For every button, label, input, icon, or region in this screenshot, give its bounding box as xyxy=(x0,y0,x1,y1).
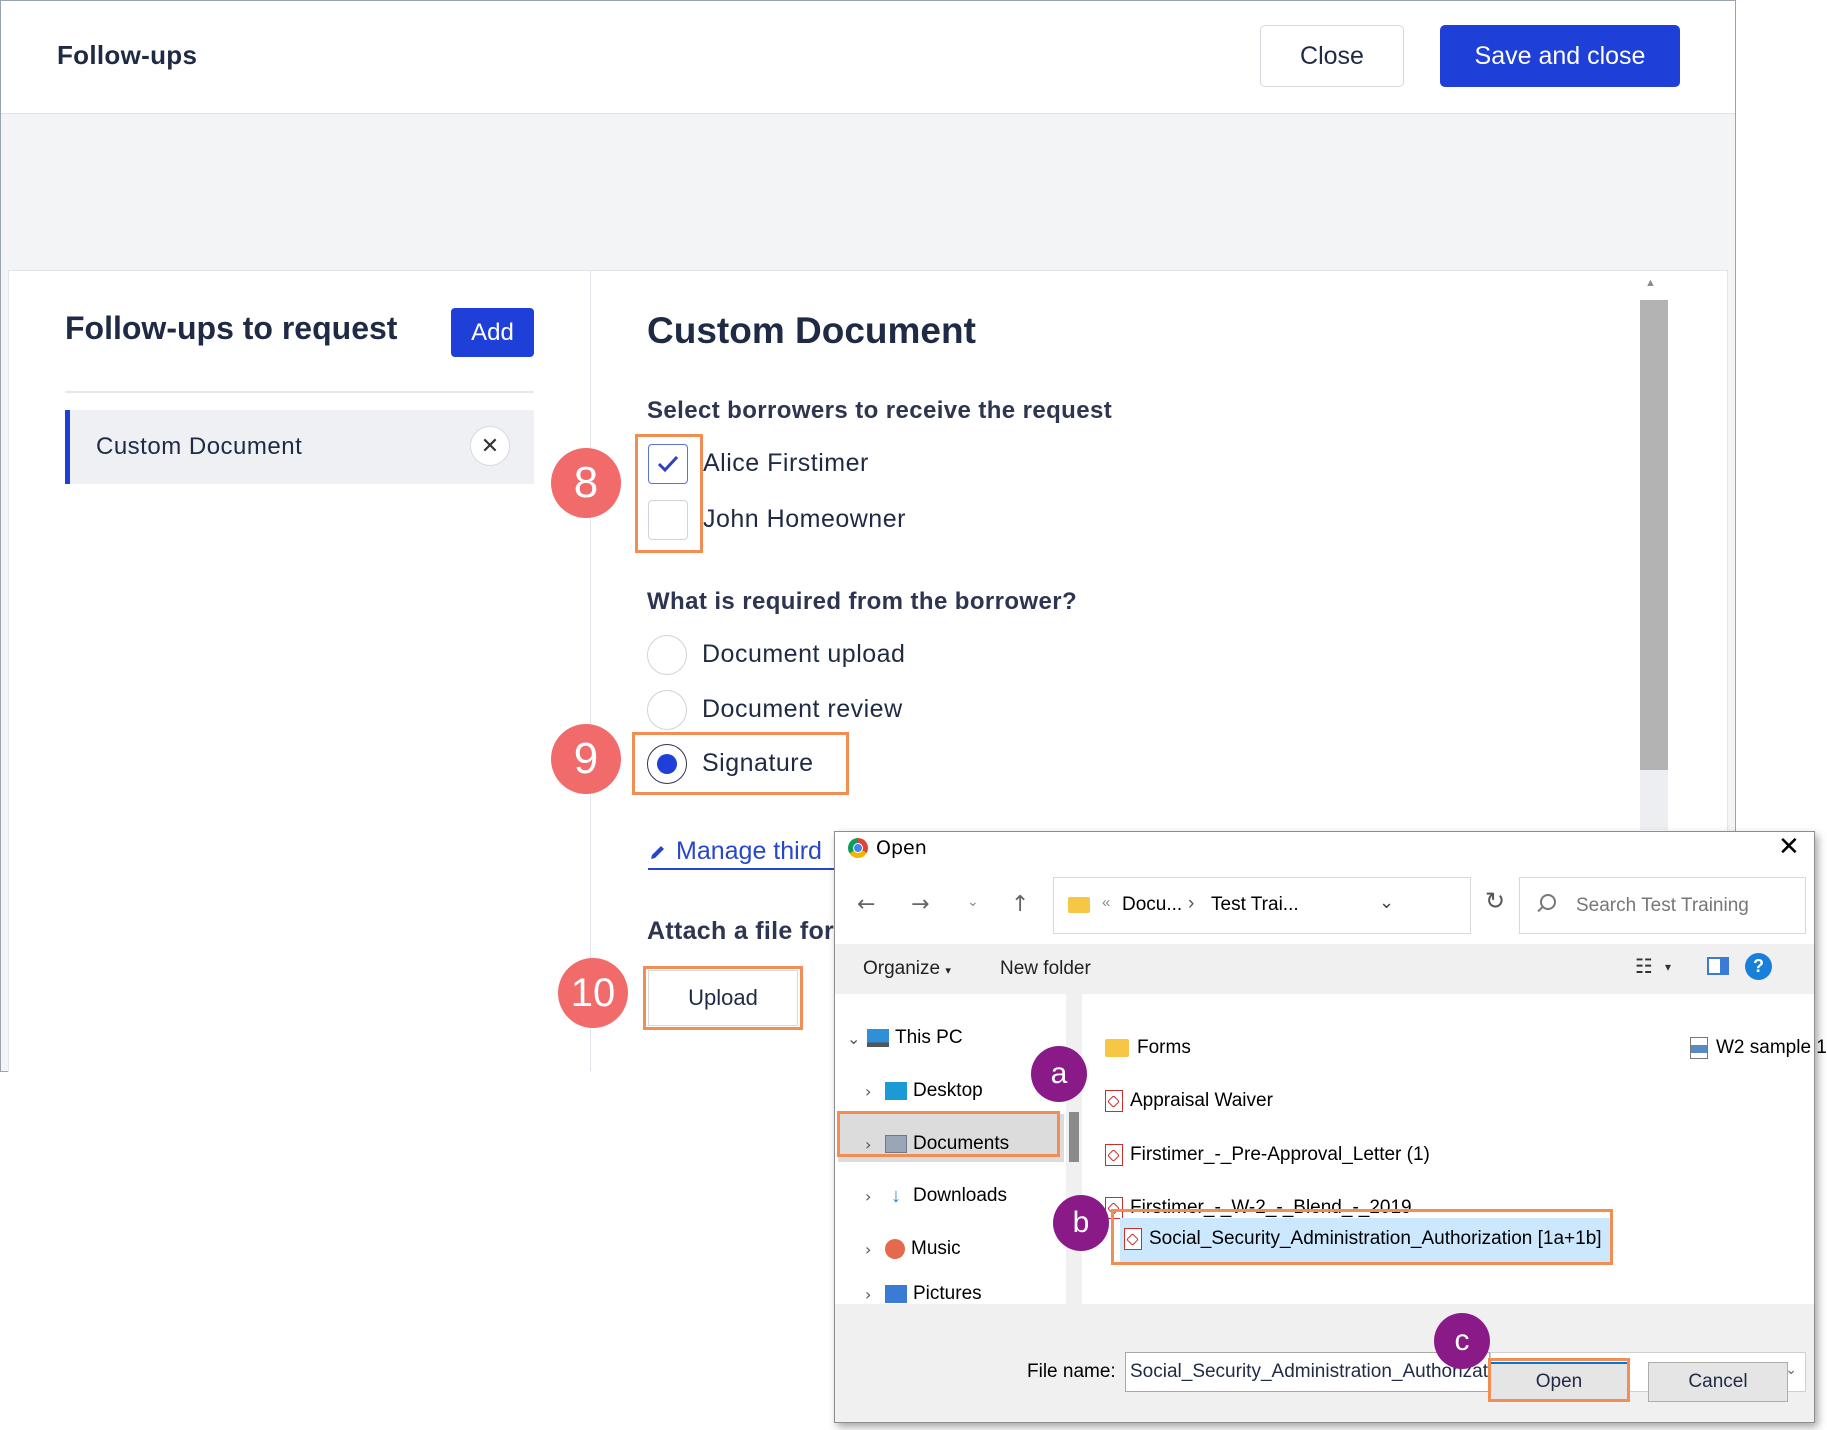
save-and-close-button[interactable]: Save and close xyxy=(1440,25,1680,87)
search-placeholder: Search Test Training xyxy=(1576,895,1749,916)
scroll-up-arrow-icon[interactable]: ▲ xyxy=(1645,277,1656,289)
file-name-input[interactable]: Social_Security_Administration_Authoriza… xyxy=(1125,1352,1490,1392)
up-arrow-icon[interactable]: ↑ xyxy=(1011,892,1029,917)
borrower-john-label: John Homeowner xyxy=(703,505,906,533)
breadcrumb-separator-icon[interactable]: › xyxy=(1188,893,1194,915)
file-name-label: File name: xyxy=(1027,1361,1116,1382)
pictures-icon xyxy=(885,1285,907,1303)
view-options-icon[interactable]: ☷ xyxy=(1635,954,1653,978)
expanded-chevron-icon[interactable]: ⌄ xyxy=(847,1029,867,1048)
music-icon xyxy=(885,1239,905,1259)
breadcrumb-overflow-icon[interactable]: « xyxy=(1102,894,1110,911)
computer-icon xyxy=(867,1029,889,1047)
collapsed-chevron-icon[interactable]: › xyxy=(865,1187,885,1206)
close-icon: ✕ xyxy=(480,433,500,458)
search-input[interactable]: Search Test Training xyxy=(1519,877,1806,934)
image-file-icon xyxy=(1690,1037,1708,1059)
tree-item-downloads[interactable]: › ↓ Downloads xyxy=(865,1182,1007,1210)
step-badge-a: a xyxy=(1031,1046,1087,1102)
step-badge-c: c xyxy=(1434,1313,1490,1369)
followups-heading: Follow-ups to request xyxy=(65,310,398,346)
highlight-box-selected-file xyxy=(1111,1209,1613,1265)
organize-menu[interactable]: Organize ▾ xyxy=(863,958,951,980)
refresh-icon[interactable]: ↻ xyxy=(1485,887,1505,915)
manage-third-label: Manage third xyxy=(676,837,822,865)
address-dropdown-chevron-icon[interactable]: ⌄ xyxy=(1379,892,1394,913)
tree-item-this-pc[interactable]: ⌄ This PC xyxy=(847,1024,963,1052)
page-title: Follow-ups xyxy=(57,40,198,70)
radio-document-review[interactable] xyxy=(647,690,687,730)
step-badge-b: b xyxy=(1053,1195,1109,1251)
recent-locations-chevron-icon[interactable]: ⌄ xyxy=(967,894,979,910)
forward-arrow-icon[interactable]: → xyxy=(911,892,929,917)
add-button[interactable]: Add xyxy=(451,308,534,357)
highlight-box-signature xyxy=(632,732,849,795)
download-icon: ↓ xyxy=(891,1185,901,1207)
collapsed-chevron-icon[interactable]: › xyxy=(865,1240,885,1259)
chrome-icon xyxy=(848,838,868,858)
step-badge-10: 10 xyxy=(558,958,628,1028)
file-item-appraisal-waiver[interactable]: Appraisal Waiver xyxy=(1105,1090,1273,1112)
address-bar[interactable]: « Docu... › Test Trai... ⌄ xyxy=(1053,877,1471,934)
manage-third-link[interactable]: Manage third xyxy=(648,837,838,870)
close-button[interactable]: Close xyxy=(1260,25,1404,87)
tree-item-music[interactable]: › Music xyxy=(865,1235,961,1263)
help-icon[interactable]: ? xyxy=(1745,953,1772,980)
navigation-scrollbar-thumb[interactable] xyxy=(1069,1112,1079,1162)
dialog-title-bar xyxy=(835,832,1814,864)
search-icon xyxy=(1540,894,1556,910)
folder-icon xyxy=(1068,897,1090,913)
scrollbar-thumb[interactable] xyxy=(1640,300,1668,770)
sidebar-item-label: Custom Document xyxy=(96,433,303,460)
required-label: What is required from the borrower? xyxy=(647,588,1078,615)
radio-document-upload[interactable] xyxy=(647,635,687,675)
dialog-title: Open xyxy=(876,837,927,859)
step-badge-8: 8 xyxy=(551,448,621,518)
sidebar-divider xyxy=(65,391,534,393)
cancel-button[interactable]: Cancel xyxy=(1648,1362,1788,1402)
tree-item-pictures[interactable]: › Pictures xyxy=(865,1284,982,1304)
breadcrumb-test-training[interactable]: Test Trai... xyxy=(1211,894,1299,916)
collapsed-chevron-icon[interactable]: › xyxy=(865,1082,885,1101)
pdf-icon xyxy=(1105,1090,1123,1112)
highlight-box-upload xyxy=(643,966,803,1030)
file-item-forms[interactable]: Forms xyxy=(1105,1037,1191,1059)
collapsed-chevron-icon[interactable]: › xyxy=(865,1285,885,1304)
sidebar-item-custom-document[interactable]: Custom Document ✕ xyxy=(65,410,534,484)
file-item-pre-approval-letter[interactable]: Firstimer_-_Pre-Approval_Letter (1) xyxy=(1105,1144,1430,1166)
pdf-icon xyxy=(1105,1144,1123,1166)
organize-dropdown-icon: ▾ xyxy=(945,965,951,977)
pencil-icon xyxy=(651,845,664,859)
view-dropdown-icon[interactable]: ▾ xyxy=(1665,960,1671,974)
borrower-alice-label: Alice Firstimer xyxy=(703,449,869,477)
section-title: Custom Document xyxy=(647,310,976,351)
breadcrumb-documents[interactable]: Docu... xyxy=(1122,894,1182,916)
highlight-box-borrowers xyxy=(635,434,703,553)
remove-item-button[interactable]: ✕ xyxy=(470,426,510,466)
tree-item-desktop[interactable]: › Desktop xyxy=(865,1077,983,1105)
folder-icon xyxy=(1105,1039,1129,1057)
panel-divider xyxy=(590,271,591,1071)
borrowers-label: Select borrowers to receive the request xyxy=(647,397,1113,424)
dialog-close-icon[interactable]: ✕ xyxy=(1778,832,1800,862)
highlight-box-open xyxy=(1488,1358,1630,1402)
back-arrow-icon[interactable]: ← xyxy=(857,892,875,917)
attach-file-label: Attach a file for xyxy=(647,917,835,945)
file-item-w2-sample[interactable]: W2 sample 1 xyxy=(1690,1037,1827,1059)
step-badge-9: 9 xyxy=(551,724,621,794)
option-document-review-label: Document review xyxy=(702,695,903,723)
highlight-box-documents xyxy=(837,1111,1060,1157)
new-folder-button[interactable]: New folder xyxy=(1000,958,1091,980)
option-document-upload-label: Document upload xyxy=(702,640,906,668)
preview-pane-icon[interactable] xyxy=(1707,957,1729,975)
desktop-icon xyxy=(885,1082,907,1100)
